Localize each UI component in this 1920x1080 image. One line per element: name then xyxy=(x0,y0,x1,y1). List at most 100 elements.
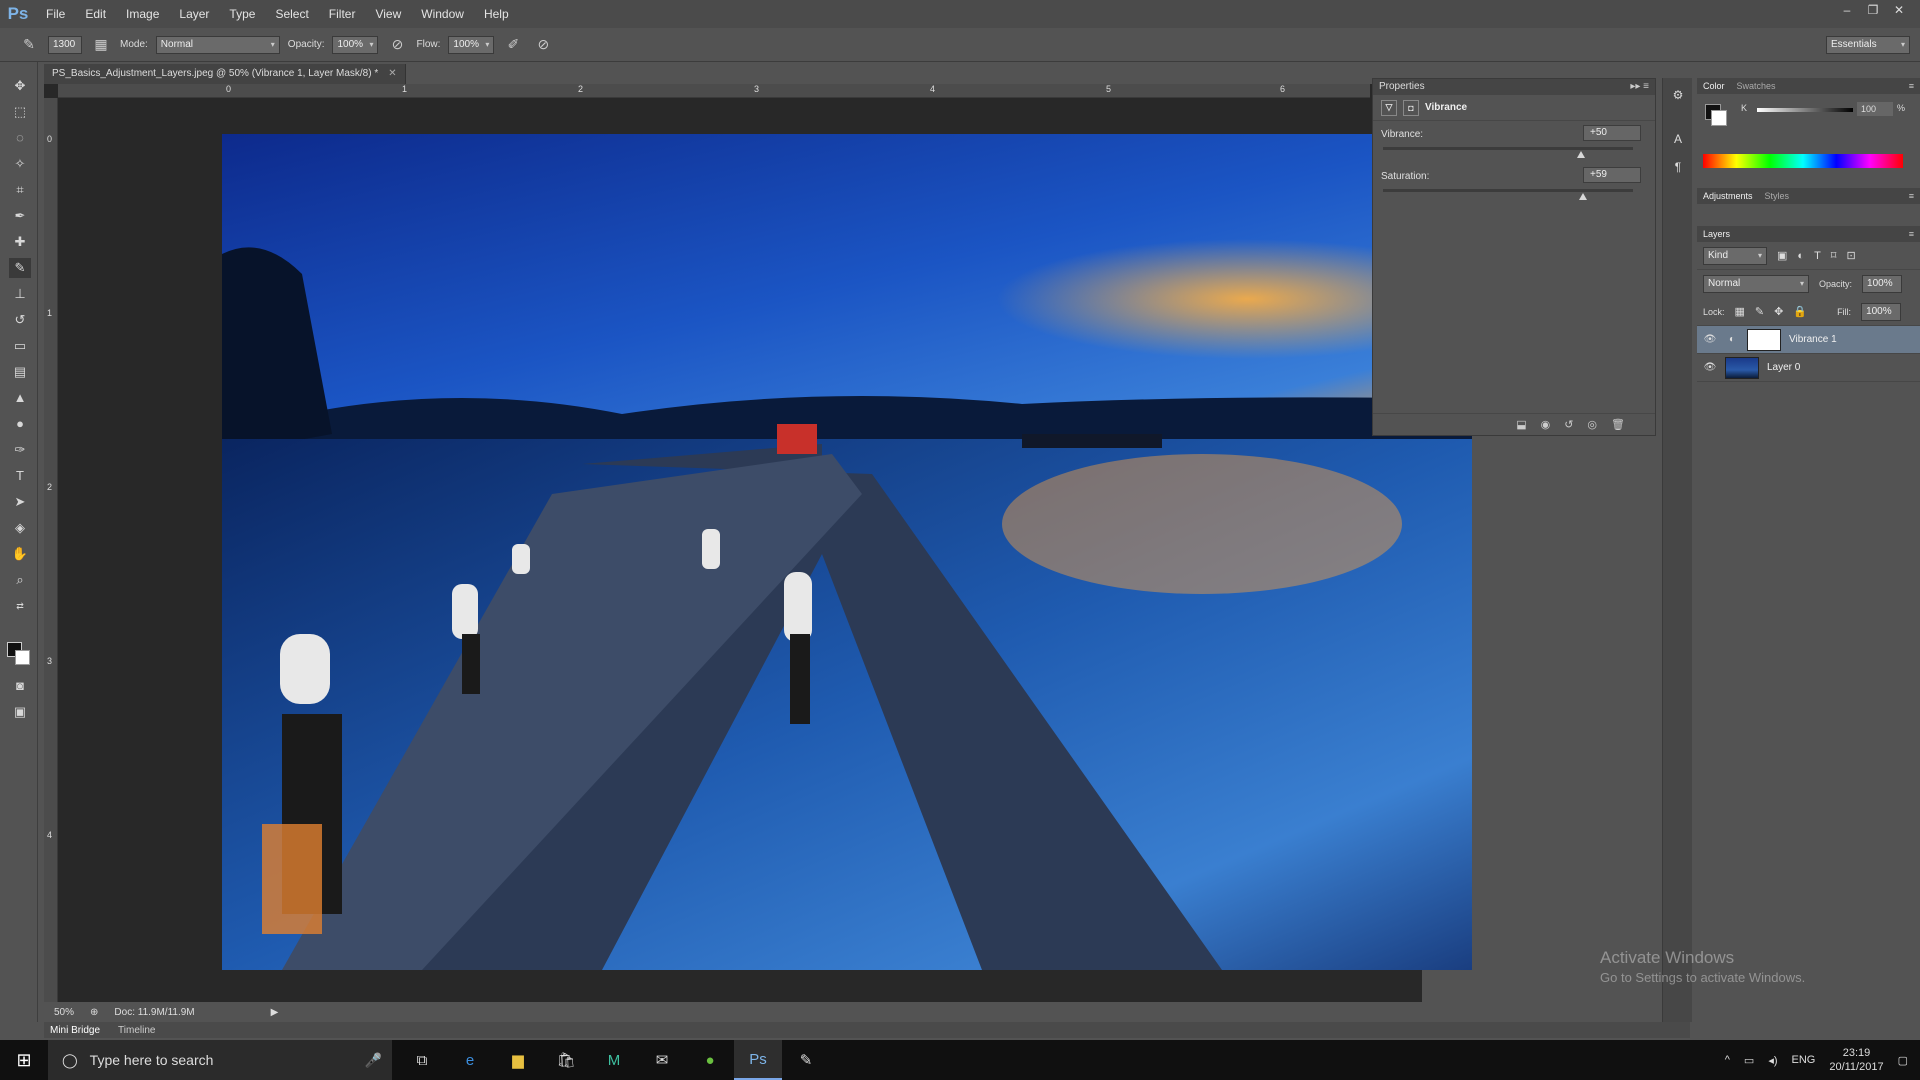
reset-icon[interactable]: ↺ xyxy=(1564,418,1573,431)
brush-panel-toggle-icon[interactable]: ▦ xyxy=(90,34,112,56)
layer-thumbnail[interactable] xyxy=(1725,356,1759,379)
view-previous-icon[interactable]: ◉ xyxy=(1541,418,1551,431)
menu-view[interactable]: View xyxy=(365,0,411,28)
lock-position-icon[interactable]: ✥ xyxy=(1774,305,1783,318)
microphone-icon[interactable]: 🎤 xyxy=(365,1052,382,1069)
edge-icon[interactable]: e xyxy=(446,1040,494,1080)
blend-mode-select[interactable]: Normal ▾ xyxy=(1703,275,1809,293)
clone-stamp-tool-icon[interactable]: ⊥ xyxy=(9,284,31,304)
notifications-icon[interactable]: ▢ xyxy=(1898,1054,1908,1067)
restore-button[interactable]: ❐ xyxy=(1860,0,1886,22)
swap-colors-icon[interactable]: ⇄ xyxy=(9,596,31,616)
menu-filter[interactable]: Filter xyxy=(319,0,366,28)
marquee-tool-icon[interactable]: ⬚ xyxy=(9,102,31,122)
opacity-field[interactable]: 100% ▾ xyxy=(332,35,379,54)
filter-pixel-icon[interactable]: ▣ xyxy=(1777,249,1787,262)
background-swatch[interactable] xyxy=(1711,110,1727,126)
pen-tool-icon[interactable]: ✑ xyxy=(9,440,31,460)
panel-menu-icon[interactable]: ≡ xyxy=(1909,229,1914,239)
filter-shape-icon[interactable]: ⌑ xyxy=(1831,249,1837,262)
app-extra-icon[interactable]: ✎ xyxy=(782,1040,830,1080)
zoom-tool-icon[interactable]: ⌕ xyxy=(9,570,31,590)
tab-timeline[interactable]: Timeline xyxy=(118,1025,155,1036)
volume-icon[interactable]: ◂) xyxy=(1768,1054,1777,1067)
screen-mode-icon[interactable]: ▣ xyxy=(9,702,31,722)
store-icon[interactable]: 🛍 xyxy=(542,1040,590,1080)
menu-image[interactable]: Image xyxy=(116,0,169,28)
filter-adjustment-icon[interactable]: ◐ xyxy=(1797,250,1804,262)
color-spectrum[interactable] xyxy=(1703,154,1903,168)
vibrance-slider-thumb[interactable] xyxy=(1576,151,1585,158)
vibrance-value-field[interactable]: +50 xyxy=(1583,125,1641,141)
menu-help[interactable]: Help xyxy=(474,0,519,28)
delete-icon[interactable]: 🗑 xyxy=(1611,418,1625,431)
layer-row-layer0[interactable]: 👁 Layer 0 xyxy=(1697,354,1920,382)
app-m-icon[interactable]: M xyxy=(590,1040,638,1080)
language-indicator[interactable]: ENG xyxy=(1792,1054,1816,1066)
fill-field[interactable]: 100% xyxy=(1861,302,1902,321)
brush-tool-icon[interactable]: ✎ xyxy=(18,34,40,56)
vertical-ruler[interactable]: 0 1 2 3 4 xyxy=(44,98,58,1010)
background-color-swatch[interactable] xyxy=(15,650,30,665)
k-channel-slider[interactable] xyxy=(1757,108,1853,112)
saturation-slider-thumb[interactable] xyxy=(1579,193,1587,200)
dodge-tool-icon[interactable]: ● xyxy=(9,414,31,434)
task-view-icon[interactable]: ⧉ xyxy=(398,1040,446,1080)
quick-select-tool-icon[interactable]: ✧ xyxy=(9,154,31,174)
filter-type-icon[interactable]: T xyxy=(1814,250,1821,262)
quick-mask-icon[interactable]: ◙ xyxy=(9,676,31,696)
mode-select[interactable]: Normal ▾ xyxy=(155,35,280,54)
eyedropper-tool-icon[interactable]: ✒ xyxy=(9,206,31,226)
lock-all-icon[interactable]: 🔒 xyxy=(1793,305,1807,318)
history-brush-tool-icon[interactable]: ↺ xyxy=(9,310,31,330)
menu-window[interactable]: Window xyxy=(411,0,474,28)
panel-menu-icon[interactable]: ≡ xyxy=(1909,81,1914,91)
pressure-opacity-icon[interactable]: ⊘ xyxy=(386,34,408,56)
layer-row-vibrance[interactable]: 👁 ◐ Vibrance 1 xyxy=(1697,326,1920,354)
airbrush-icon[interactable]: ✐ xyxy=(502,34,524,56)
menu-layer[interactable]: Layer xyxy=(169,0,219,28)
vibrance-slider-track[interactable] xyxy=(1383,147,1633,150)
paragraph-dock-icon[interactable]: ¶ xyxy=(1670,160,1686,176)
saturation-slider-track[interactable] xyxy=(1383,189,1633,192)
tab-layers[interactable]: Layers xyxy=(1703,229,1730,239)
mask-icon[interactable]: ◘ xyxy=(1403,99,1419,116)
pressure-size-icon[interactable]: ⊘ xyxy=(532,34,554,56)
document-image[interactable] xyxy=(222,134,1472,970)
panel-menu-icon[interactable]: ▸▸ ≡ xyxy=(1630,79,1649,95)
flow-field[interactable]: 100% ▾ xyxy=(448,35,495,54)
menu-file[interactable]: File xyxy=(36,0,75,28)
panel-menu-icon[interactable]: ≡ xyxy=(1909,191,1914,201)
k-value-field[interactable]: 100 xyxy=(1857,102,1893,116)
status-menu-arrow-icon[interactable]: ▶ xyxy=(271,1007,279,1018)
shape-tool-icon[interactable]: ◈ xyxy=(9,518,31,538)
windows-start-icon[interactable]: ⊞ xyxy=(0,1040,48,1080)
minimize-button[interactable]: – xyxy=(1834,0,1860,22)
crop-tool-icon[interactable]: ⌗ xyxy=(9,180,31,200)
zoom-level[interactable]: 50% xyxy=(54,1007,74,1018)
eraser-tool-icon[interactable]: ▭ xyxy=(9,336,31,356)
clip-to-layer-icon[interactable]: ⬓ xyxy=(1516,418,1526,431)
photoshop-taskbar-icon[interactable]: Ps xyxy=(734,1040,782,1080)
lock-transparency-icon[interactable]: ▦ xyxy=(1735,305,1745,318)
properties-dock-icon[interactable]: ⚙ xyxy=(1670,88,1686,104)
file-explorer-icon[interactable]: ▆ xyxy=(494,1040,542,1080)
brush-tool-icon[interactable]: ✎ xyxy=(9,258,31,278)
character-dock-icon[interactable]: A xyxy=(1670,132,1686,148)
menu-type[interactable]: Type xyxy=(219,0,265,28)
tab-adjustments[interactable]: Adjustments xyxy=(1703,191,1753,201)
horizontal-ruler[interactable]: 0 1 2 3 4 5 6 xyxy=(58,84,1370,98)
layer-kind-filter[interactable]: Kind ▾ xyxy=(1703,246,1767,265)
taskbar-search[interactable]: ◯ Type here to search 🎤 xyxy=(48,1040,392,1080)
filter-smart-object-icon[interactable]: ⊡ xyxy=(1846,249,1855,262)
menu-edit[interactable]: Edit xyxy=(75,0,116,28)
brush-size-picker[interactable]: 1300 xyxy=(48,35,82,54)
menu-select[interactable]: Select xyxy=(265,0,318,28)
healing-brush-tool-icon[interactable]: ✚ xyxy=(9,232,31,252)
doc-info[interactable]: Doc: 11.9M/11.9M xyxy=(114,1007,194,1018)
clock[interactable]: 23:19 20/11/2017 xyxy=(1829,1046,1883,1074)
tab-swatches[interactable]: Swatches xyxy=(1737,81,1776,91)
workspace-select[interactable]: Essentials ▾ xyxy=(1826,36,1910,54)
blur-tool-icon[interactable]: ▲ xyxy=(9,388,31,408)
tab-mini-bridge[interactable]: Mini Bridge xyxy=(50,1025,100,1036)
